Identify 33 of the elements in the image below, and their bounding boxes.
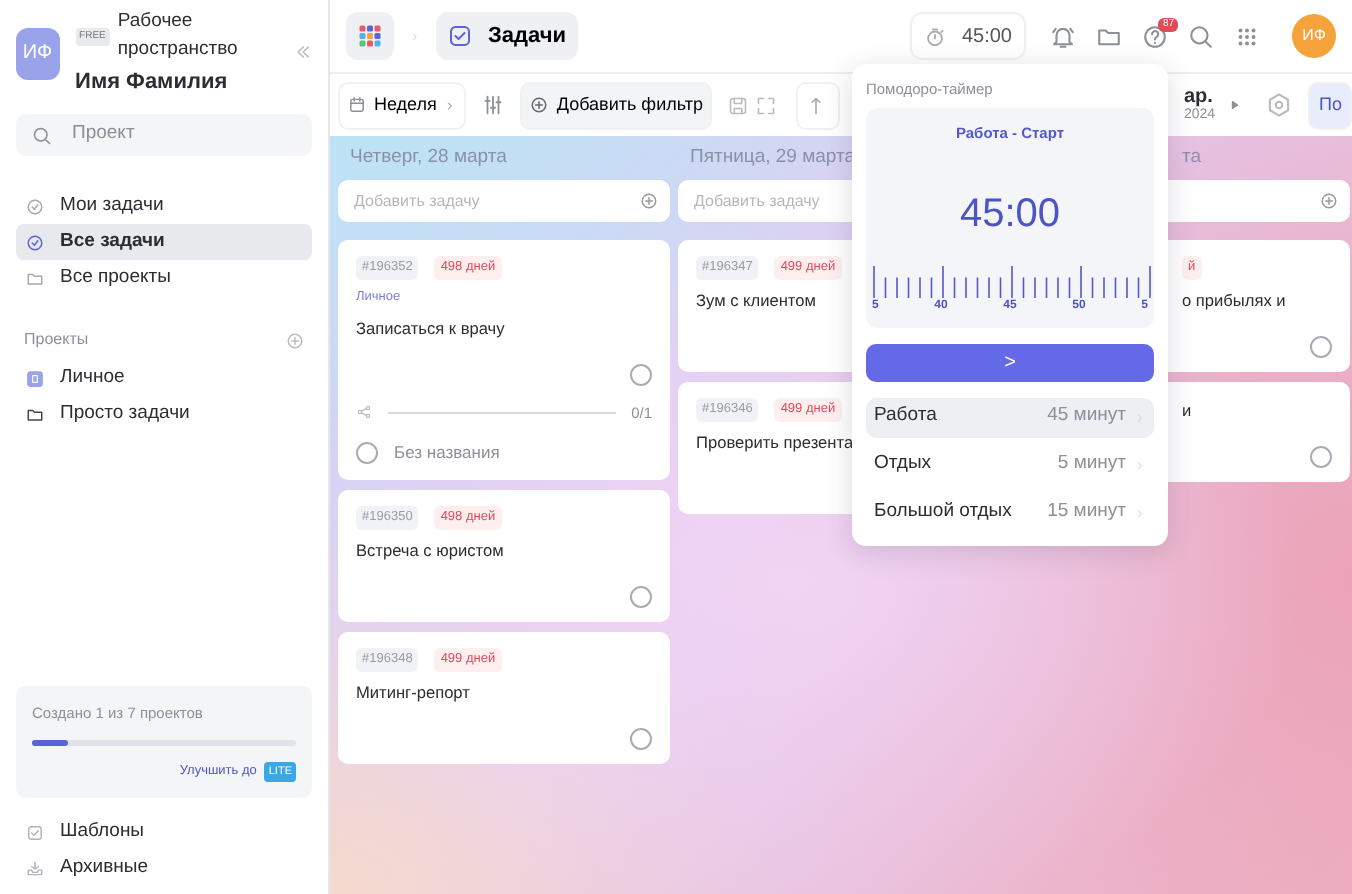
task-title: и [1182, 398, 1192, 423]
section-title: Проекты [24, 328, 89, 352]
task-title: Проверить презента [696, 429, 854, 455]
subtask-title: Без названия [394, 440, 500, 466]
nav-item[interactable]: Мои задачи [16, 188, 312, 224]
project-item[interactable]: Личное [16, 360, 312, 396]
add-task-input[interactable]: Добавить задачу [350, 187, 640, 215]
workspace-label: Рабочее пространство [117, 8, 240, 65]
add-task-field[interactable]: Добавить задачу [338, 180, 670, 222]
task-title: Встреча с юристом [356, 537, 504, 562]
timer-option[interactable]: Работа 45 минут [866, 397, 1154, 437]
project-item[interactable]: Просто задачи [16, 396, 312, 432]
add-filter-button[interactable]: Добавить фильтр [520, 81, 713, 129]
nav-item[interactable]: Все задачи [16, 224, 312, 260]
nav-item[interactable]: Шаблоны [16, 814, 312, 850]
timer-button[interactable]: 45:00 [909, 12, 1026, 60]
nav-item[interactable]: Все проекты [16, 260, 312, 296]
period-button[interactable]: Неделя [338, 81, 467, 129]
page-tab[interactable]: Задачи [436, 12, 578, 60]
search-input[interactable]: Проект [68, 118, 296, 152]
month-label: ар. [1183, 88, 1215, 108]
column-title: Четверг, 28 марта [350, 143, 507, 172]
column-title: та [1182, 143, 1202, 172]
nav-item[interactable]: Архивные [16, 850, 312, 886]
task-title: о прибылях и [1182, 287, 1286, 313]
view-button[interactable]: По [1307, 81, 1352, 129]
task-title: Зум с клиентом [696, 287, 816, 313]
task-title: Записаться к врачу [356, 315, 505, 340]
start-button[interactable]: > [866, 343, 1154, 381]
search-field[interactable]: Проект [16, 114, 312, 156]
workspace-avatar: ИФ [16, 27, 60, 79]
task-title: Митинг-репорт [356, 679, 470, 704]
user-name: Имя Фамилия [75, 67, 230, 97]
